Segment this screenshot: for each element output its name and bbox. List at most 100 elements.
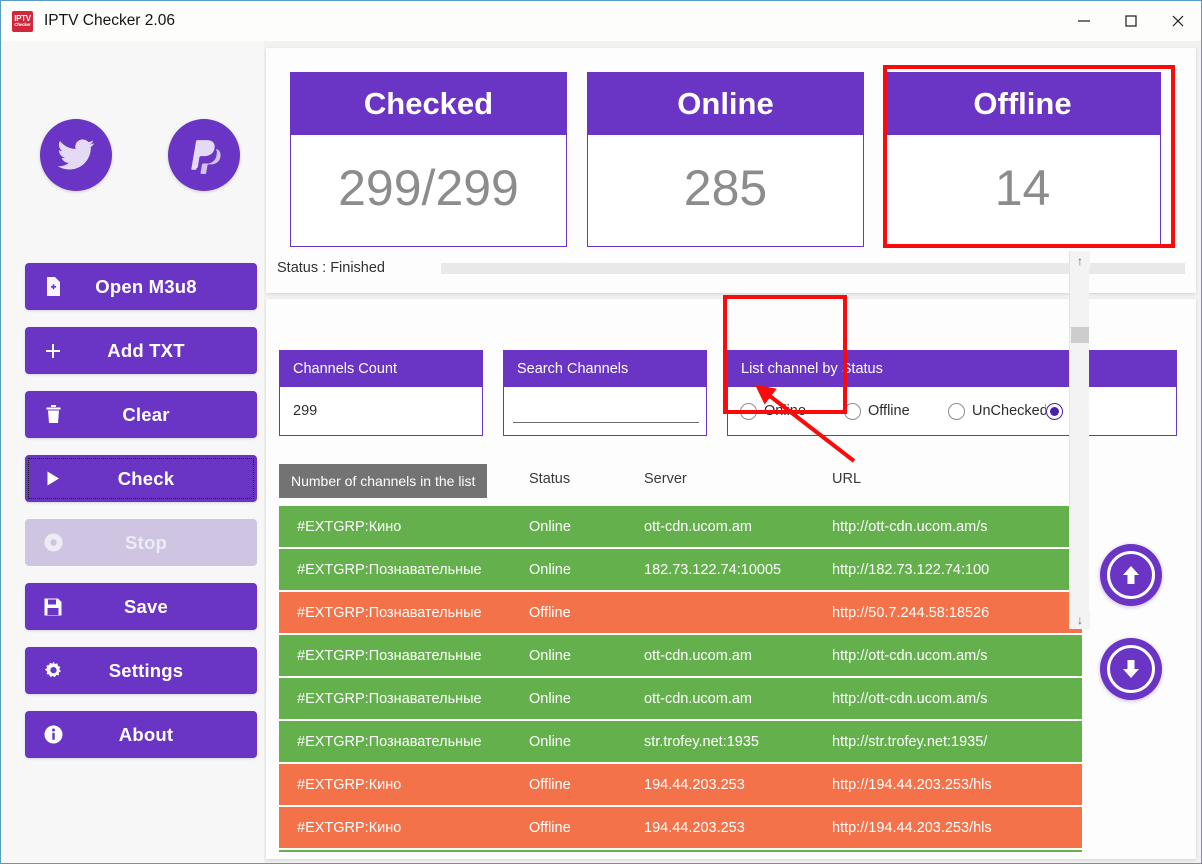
table-cell-name: #EXTGRP:Познавательные [297,647,482,664]
table-cell-url: http://ott-cdn.ucom.am/s [832,690,988,707]
table-cell-server: ott-cdn.ucom.am [644,690,752,707]
settings-button[interactable]: Settings [25,647,257,694]
table-row[interactable]: #EXTGRP:Кино Offline 194.44.203.253 http://… [279,807,1082,850]
stat-title-offline: Offline [885,73,1160,135]
scrollbar-thumb[interactable] [1071,327,1089,343]
table-cell-url: http://194.44.203.253/hls [832,776,992,793]
table-row[interactable]: #EXTGRP:Познавательные Online ott-cdn.ucom… [279,678,1082,721]
stat-card-offline: Offline 14 [884,72,1161,247]
add-txt-label: Add TXT [107,339,185,361]
table-cell-status: Online [529,690,571,707]
trash-icon [25,405,81,424]
clear-button[interactable]: Clear [25,391,257,438]
about-label: About [118,723,174,745]
radio-online-label: Online [764,403,806,419]
table-cell-status: Offline [529,819,571,836]
minimize-icon[interactable] [1060,1,1107,41]
move-up-button[interactable] [1100,544,1162,606]
close-icon[interactable] [1154,1,1201,41]
channel-list-panel: Channels Count 299 Search Channels List … [266,299,1196,859]
save-label: Save [123,595,168,617]
twitter-icon [56,135,96,175]
window-controls [1060,1,1201,41]
status-text: Status : Finished [277,260,385,276]
table-cell-name: #EXTGRP:Познавательные [297,604,482,621]
about-button[interactable]: About [25,711,257,758]
window-title: IPTV Checker 2.06 [44,12,175,29]
table-scrollbar[interactable]: ↑ ↓ [1069,251,1090,629]
paypal-button[interactable] [168,119,240,191]
stat-title-checked: Checked [291,73,566,135]
table-cell-url: http://ott-cdn.ucom.am/s [832,647,988,664]
stat-card-checked: Checked 299/299 [290,72,567,247]
arrow-up-icon [1107,551,1155,599]
table-cell-server: 194.44.203.253 [644,819,745,836]
table-row[interactable]: #EXTGRP:Кино Online ott-cdn.ucom.am http://… [279,506,1082,549]
radio-all-dot [1046,402,1063,420]
sidebar-nav: Open M3u8 Add TXT Clear Check Stop Save … [25,263,257,775]
table-header-url: URL [832,471,862,487]
check-label: Check [117,467,175,489]
scroll-down-arrow[interactable]: ↓ [1070,610,1090,629]
channel-table: Channel Status Server URL #EXTGRP:КиноOn… [279,452,1082,852]
app-window: IPTV Checker IPTV Checker 2.06 Open M3u8… [0,0,1202,864]
table-row[interactable]: #EXTGRP:Познавательные Online 182.73.122.7… [279,549,1082,592]
search-channels-title: Search Channels [504,351,706,387]
save-icon [25,598,81,616]
table-cell-server: ott-cdn.ucom.am [644,518,752,535]
table-row[interactable]: #EXTGRP:Познавательные Online ott-cdn.ucom… [279,635,1082,678]
check-button[interactable]: Check [25,455,257,502]
status-filter-box: List channel by Status Online Offline Un… [727,350,1177,436]
table-body: #EXTGRP:Кино Online ott-cdn.ucom.am http://… [279,506,1082,852]
move-down-button[interactable] [1100,638,1162,700]
table-header-server: Server [644,471,687,487]
search-channels-box: Search Channels [503,350,707,436]
play-icon [25,471,81,486]
filter-row: Channels Count 299 Search Channels List … [279,350,1177,436]
table-cell-status: Online [529,518,571,535]
table-cell-url: http://50.7.244.58:18526 [832,604,990,621]
social-links [2,119,264,191]
table-cell-server: 182.73.122.74:10005 [644,561,782,578]
table-row[interactable]: #EXTGRP:КиноOnline77.245.98.22:8000http:… [279,850,1082,852]
table-row[interactable]: #EXTGRP:Познавательные Offline http://50.7… [279,592,1082,635]
radio-online-dot [740,402,757,420]
channels-count-title: Channels Count [280,351,482,387]
table-cell-status: Online [529,733,571,750]
save-button[interactable]: Save [25,583,257,630]
table-cell-status: Online [529,647,571,664]
add-txt-button[interactable]: Add TXT [25,327,257,374]
open-m3u8-label: Open M3u8 [95,275,197,297]
title-bar: IPTV Checker IPTV Checker 2.06 [1,1,1201,41]
arrow-down-icon [1107,645,1155,693]
scroll-up-arrow[interactable]: ↑ [1070,251,1090,270]
paypal-icon [185,136,223,174]
stat-cards: Checked 299/299 Online 285 Offline 14 [290,72,1161,247]
radio-unchecked[interactable]: UnChecked [948,402,1046,420]
table-row[interactable]: #EXTGRP:Кино Offline 194.44.203.253 http://… [279,764,1082,807]
stat-value-offline: 14 [994,159,1051,216]
table-cell-url: http://ott-cdn.ucom.am/s [832,518,988,535]
stop-button[interactable]: Stop [25,519,257,566]
sidebar: Open M3u8 Add TXT Clear Check Stop Save … [2,41,264,863]
clear-label: Clear [122,403,170,425]
radio-online[interactable]: Online [740,402,844,420]
table-row[interactable]: #EXTGRP:Познавательные Online str.trofey.n… [279,721,1082,764]
radio-unchecked-label: UnChecked [972,403,1046,419]
table-cell-url: http://182.73.122.74:100 [832,561,990,578]
twitter-button[interactable] [40,119,112,191]
table-cell-name: #EXTGRP:Кино [297,776,402,793]
status-filter-title: List channel by Status [728,351,1176,387]
radio-offline[interactable]: Offline [844,402,948,420]
search-input[interactable] [513,401,699,423]
table-cell-url: http://194.44.203.253/hls [832,819,992,836]
main-content: Checked 299/299 Online 285 Offline 14 St… [264,41,1201,863]
maximize-icon[interactable] [1107,1,1154,41]
table-cell-name: #EXTGRP:Кино [297,819,402,836]
channels-count-tooltip: Number of channels in the list [279,464,488,498]
status-line: Status : Finished [277,257,1185,279]
open-m3u8-button[interactable]: Open M3u8 [25,263,257,310]
stat-value-checked: 299/299 [338,159,519,216]
file-plus-icon [25,277,81,296]
stat-title-online: Online [588,73,863,135]
